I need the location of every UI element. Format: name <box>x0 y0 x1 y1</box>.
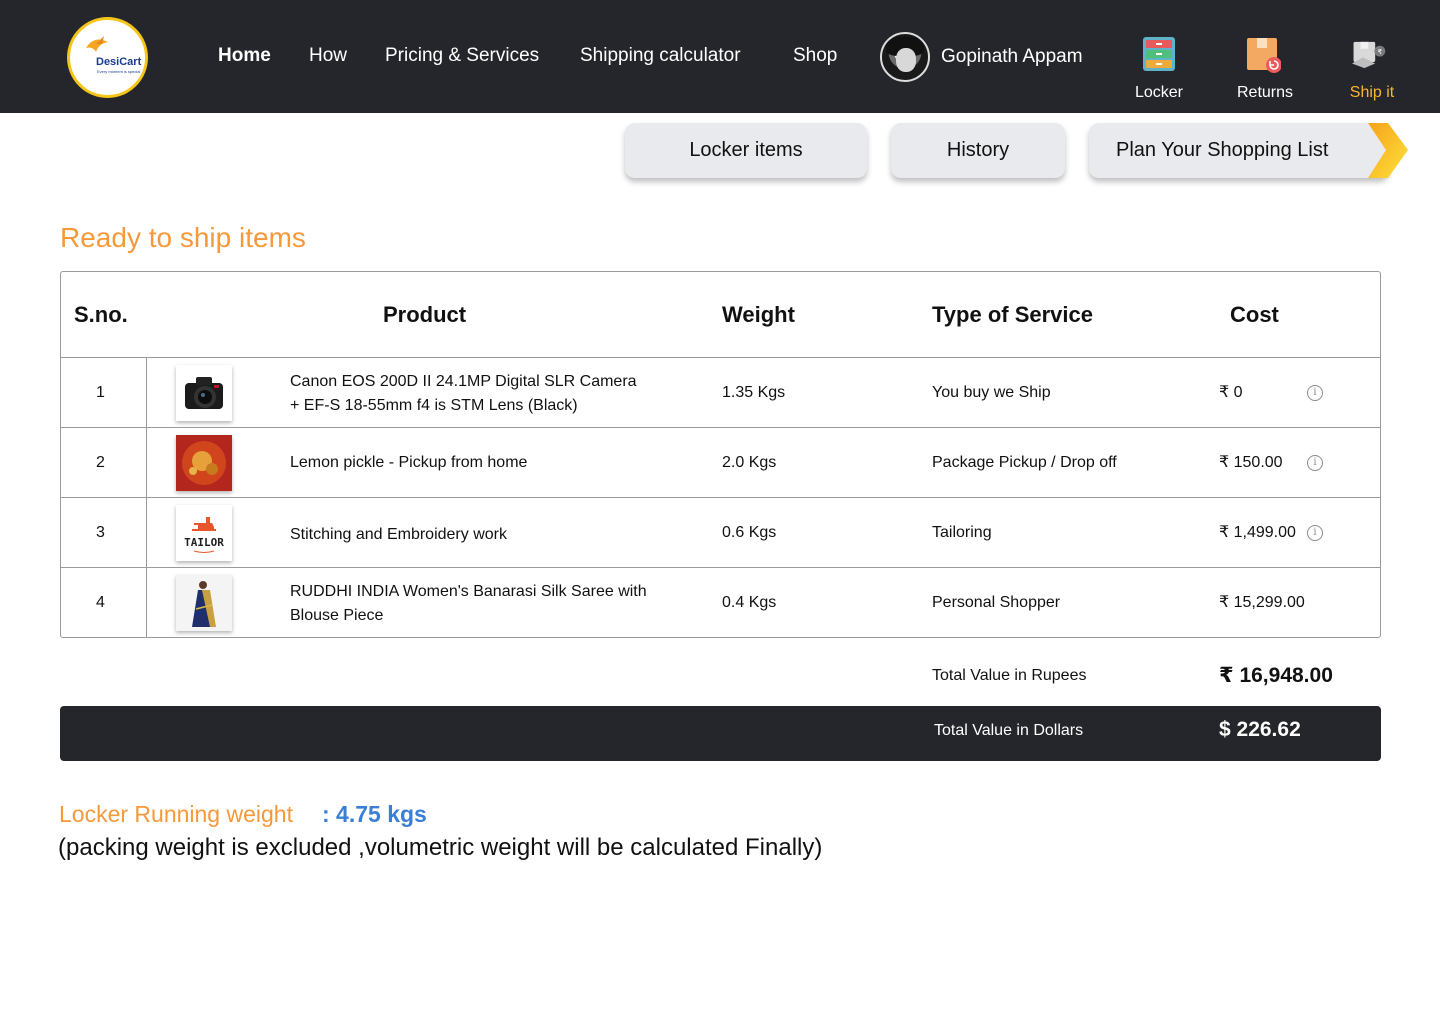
ship-it-label[interactable]: Ship it <box>1327 84 1417 102</box>
row-2-sno: 2 <box>96 454 105 471</box>
saree-thumbnail[interactable] <box>176 575 232 631</box>
header-product: Product <box>383 302 467 327</box>
info-icon[interactable]: i <box>1307 455 1323 471</box>
row-3-weight: 0.6 Kgs <box>722 524 777 541</box>
chevron-right-icon[interactable] <box>1366 123 1408 178</box>
locker-items-button[interactable]: Locker items <box>625 123 867 178</box>
info-icon[interactable]: i <box>1307 385 1323 401</box>
tailor-thumbnail[interactable]: TAILOR <box>176 505 232 561</box>
user-avatar[interactable] <box>880 32 930 82</box>
pickle-icon <box>176 435 232 491</box>
row-4-cost: ₹ 15,299.00 <box>1219 594 1305 611</box>
logo-tagline: Every moment is special <box>97 69 141 74</box>
desicart-logo[interactable]: DesiCart Every moment is special <box>67 17 148 98</box>
row-1-cost: ₹ 0 <box>1219 384 1243 401</box>
ship-it-icon[interactable]: ₹ <box>1352 36 1386 74</box>
row-1-weight: 1.35 Kgs <box>722 384 786 401</box>
saree-icon <box>176 575 232 631</box>
nav-shop[interactable]: Shop <box>793 45 837 67</box>
total-rupees-label: Total Value in Rupees <box>932 667 1087 684</box>
row-4-product-line2: Blouse Piece <box>290 607 384 624</box>
user-name[interactable]: Gopinath Appam <box>941 46 1083 68</box>
ready-to-ship-table <box>60 271 1381 638</box>
table-divider <box>61 497 1380 498</box>
svg-text:₹: ₹ <box>1378 48 1383 56</box>
table-divider <box>61 567 1380 568</box>
sewing-machine-icon: TAILOR <box>176 505 232 561</box>
table-divider <box>61 357 1380 358</box>
plan-shopping-list-button[interactable]: Plan Your Shopping List <box>1089 123 1389 178</box>
row-2-product: Lemon pickle - Pickup from home <box>290 454 528 471</box>
header-sno: S.no. <box>74 302 128 327</box>
header-weight: Weight <box>722 302 795 327</box>
header-cost: Cost <box>1230 302 1279 327</box>
table-divider <box>61 427 1380 428</box>
camera-icon <box>185 377 223 409</box>
row-1-sno: 1 <box>96 384 105 401</box>
total-dollars-bar <box>60 706 1381 761</box>
locker-weight-value: : 4.75 kgs <box>322 801 427 827</box>
row-4-sno: 4 <box>96 594 105 611</box>
locker-weight-note: (packing weight is excluded ,volumetric … <box>58 834 823 861</box>
row-3-service: Tailoring <box>932 524 992 541</box>
locker-icon[interactable] <box>1142 36 1176 74</box>
returns-icon[interactable] <box>1247 36 1281 74</box>
row-4-service: Personal Shopper <box>932 594 1061 611</box>
row-3-product: Stitching and Embroidery work <box>290 526 507 543</box>
row-2-weight: 2.0 Kgs <box>722 454 777 471</box>
info-icon[interactable]: i <box>1307 525 1323 541</box>
locker-weight-label: Locker Running weight <box>59 801 293 827</box>
logo-brand-name: DesiCart <box>96 56 142 68</box>
returns-label[interactable]: Returns <box>1220 84 1310 102</box>
row-1-product-line2: + EF-S 18-55mm f4 is STM Lens (Black) <box>290 397 578 414</box>
pickle-thumbnail[interactable] <box>176 435 232 491</box>
camera-thumbnail[interactable] <box>176 365 232 421</box>
nav-pricing-services[interactable]: Pricing & Services <box>385 45 539 67</box>
row-2-cost: ₹ 150.00 <box>1219 454 1283 471</box>
row-3-cost: ₹ 1,499.00 <box>1219 524 1296 541</box>
total-dollars-label: Total Value in Dollars <box>934 722 1084 739</box>
section-title: Ready to ship items <box>60 222 306 253</box>
row-4-product-line1: RUDDHI INDIA Women's Banarasi Silk Saree… <box>290 583 647 600</box>
row-4-weight: 0.4 Kgs <box>722 594 777 611</box>
table-column-divider <box>146 357 147 637</box>
row-1-service: You buy we Ship <box>932 384 1051 401</box>
svg-text:TAILOR: TAILOR <box>184 536 224 549</box>
nav-how[interactable]: How <box>309 45 347 67</box>
top-navigation-bar: DesiCart Every moment is special Home Ho… <box>0 0 1440 113</box>
locker-label[interactable]: Locker <box>1114 84 1204 102</box>
nav-shipping-calculator[interactable]: Shipping calculator <box>580 45 741 67</box>
row-1-product-line1: Canon EOS 200D II 24.1MP Digital SLR Cam… <box>290 373 637 390</box>
row-2-service: Package Pickup / Drop off <box>932 454 1117 471</box>
row-3-sno: 3 <box>96 524 105 541</box>
total-rupees-value: ₹ 16,948.00 <box>1219 664 1333 687</box>
header-type-of-service: Type of Service <box>932 302 1093 327</box>
history-button[interactable]: History <box>891 123 1065 178</box>
total-dollars-value: $ 226.62 <box>1219 718 1301 741</box>
nav-home[interactable]: Home <box>218 45 271 67</box>
